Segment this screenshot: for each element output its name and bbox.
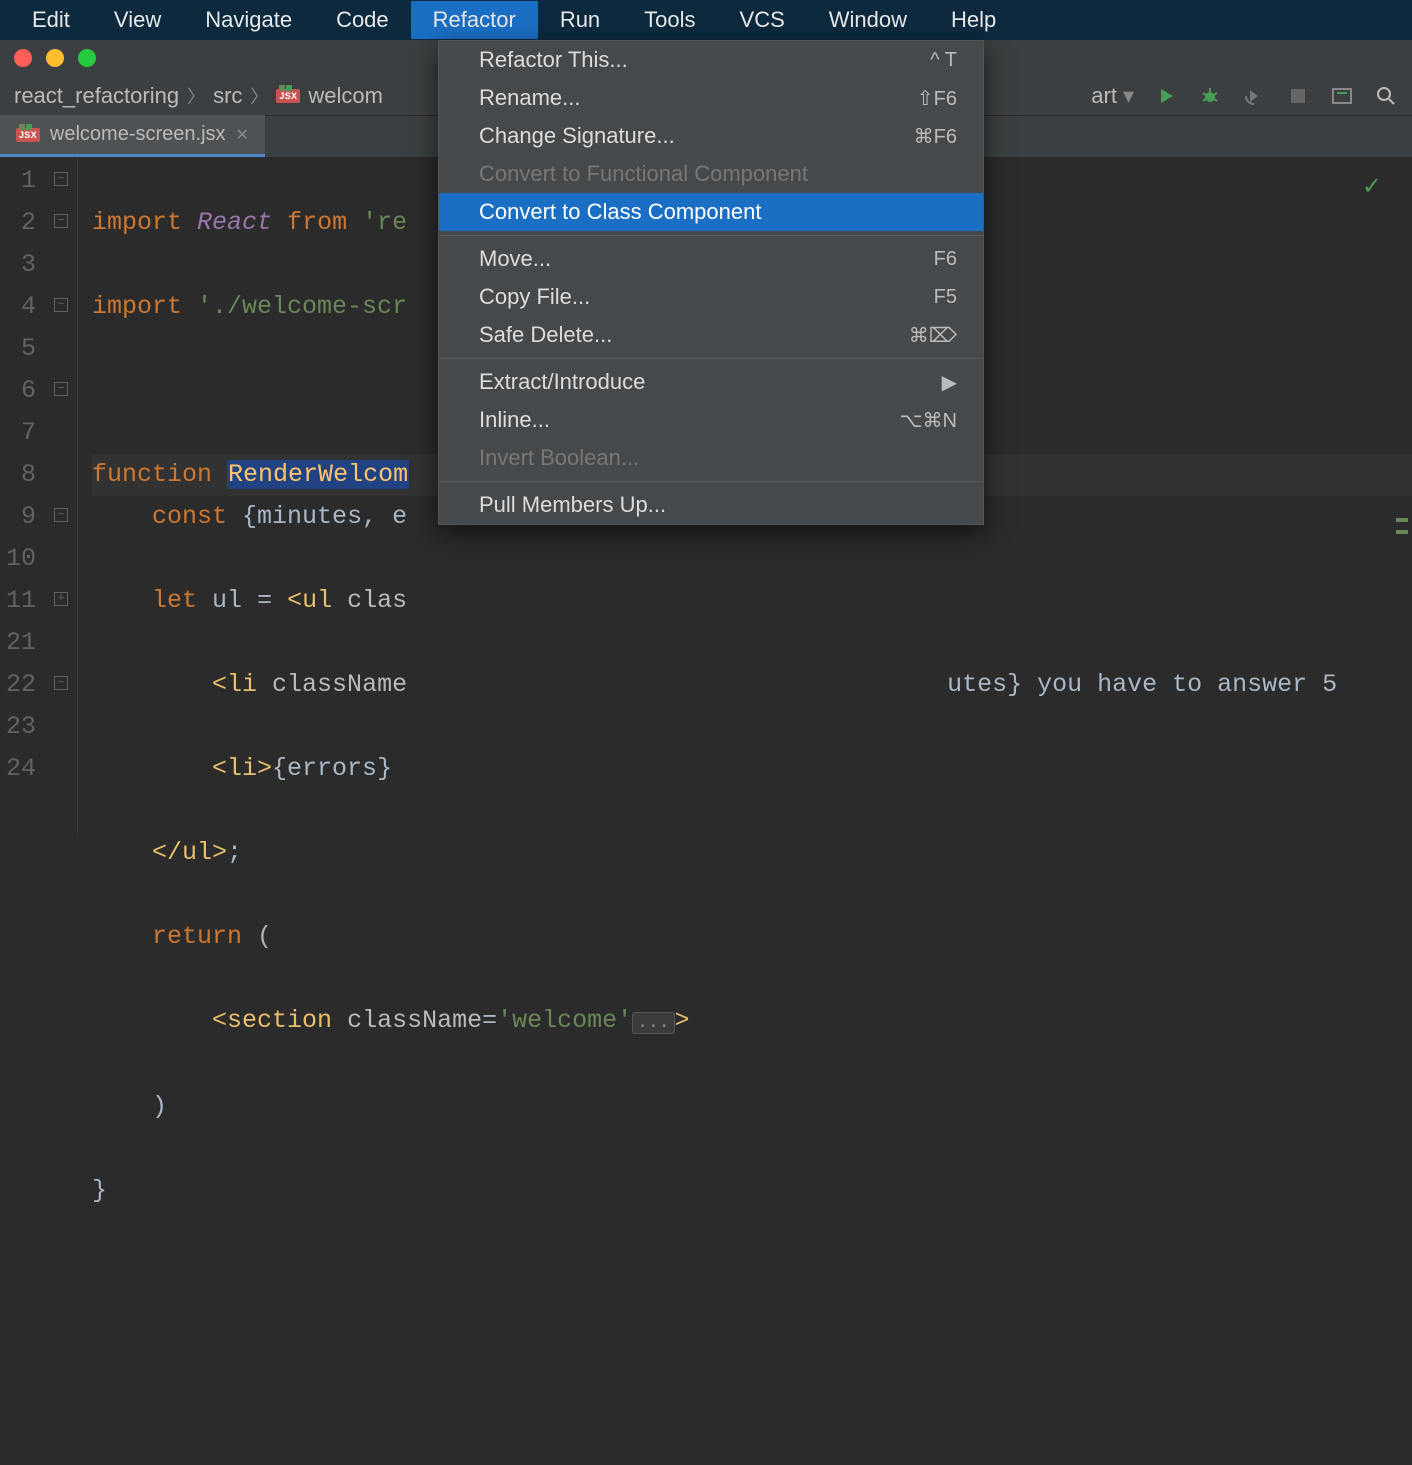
fold-marker[interactable]: − — [54, 382, 68, 396]
fold-marker[interactable]: − — [54, 214, 68, 228]
fold-marker[interactable]: − — [54, 298, 68, 312]
dropdown-icon: ▾ — [1123, 83, 1134, 109]
minimize-window-button[interactable] — [46, 49, 64, 67]
close-window-button[interactable] — [14, 49, 32, 67]
menu-tools[interactable]: Tools — [622, 1, 717, 39]
chevron-right-icon: 〉 — [250, 83, 268, 109]
menu-label: Inline... — [479, 407, 550, 433]
inspection-ok-icon[interactable]: ✓ — [1362, 168, 1382, 210]
menu-rename[interactable]: Rename... ⇧F6 — [439, 79, 983, 117]
menu-run[interactable]: Run — [538, 1, 622, 39]
menu-extract-introduce[interactable]: Extract/Introduce ▶ — [439, 363, 983, 401]
menu-inline[interactable]: Inline... ⌥⌘N — [439, 401, 983, 439]
line-number-gutter: 1 2 3 4 5 6 7 8 9 10 11 21 22 23 24 — [0, 158, 50, 834]
menu-label: Rename... — [479, 85, 581, 111]
menu-view[interactable]: View — [92, 1, 183, 39]
jsx-file-icon: JSX — [276, 89, 300, 103]
menu-label: Change Signature... — [479, 123, 675, 149]
menu-label: Convert to Class Component — [479, 199, 761, 225]
line-number: 3 — [0, 244, 36, 286]
menu-label: Pull Members Up... — [479, 492, 666, 518]
stop-button — [1286, 84, 1310, 108]
menu-label: Invert Boolean... — [479, 445, 639, 471]
menu-shortcut: ^ T — [930, 49, 957, 72]
menu-change-signature[interactable]: Change Signature... ⌘F6 — [439, 117, 983, 155]
menubar: Edit View Navigate Code Refactor Run Too… — [0, 0, 1412, 40]
menu-convert-class[interactable]: Convert to Class Component — [439, 193, 983, 231]
menu-label: Extract/Introduce — [479, 369, 645, 395]
folded-code[interactable]: ... — [632, 1012, 674, 1034]
profiler-button[interactable] — [1330, 84, 1354, 108]
menu-safe-delete[interactable]: Safe Delete... ⌘⌦ — [439, 316, 983, 354]
menu-navigate[interactable]: Navigate — [183, 1, 314, 39]
scroll-marker — [1396, 530, 1408, 534]
refactor-menu: Refactor This... ^ T Rename... ⇧F6 Chang… — [438, 40, 984, 525]
line-number: 23 — [0, 706, 36, 748]
menu-vcs[interactable]: VCS — [718, 1, 807, 39]
menu-shortcut: ⌘F6 — [914, 124, 957, 149]
menu-shortcut: ⇧F6 — [917, 86, 957, 111]
close-tab-button[interactable]: ✕ — [236, 125, 249, 145]
menu-separator — [439, 481, 983, 482]
line-number: 22 — [0, 664, 36, 706]
menu-copy-file[interactable]: Copy File... F5 — [439, 278, 983, 316]
tab-filename: welcome-screen.jsx — [50, 123, 226, 146]
fold-marker[interactable]: − — [54, 172, 68, 186]
search-button[interactable] — [1374, 84, 1398, 108]
run-button[interactable] — [1154, 84, 1178, 108]
menu-separator — [439, 235, 983, 236]
menu-label: Refactor This... — [479, 47, 628, 73]
menu-convert-functional: Convert to Functional Component — [439, 155, 983, 193]
scroll-marker — [1396, 518, 1408, 522]
maximize-window-button[interactable] — [78, 49, 96, 67]
menu-label: Safe Delete... — [479, 322, 612, 348]
line-number: 11 — [0, 580, 36, 622]
run-config-label: art — [1091, 83, 1117, 109]
fold-marker[interactable]: + — [54, 592, 68, 606]
coverage-button[interactable] — [1242, 84, 1266, 108]
menu-shortcut: ⌥⌘N — [900, 408, 958, 433]
line-number: 7 — [0, 412, 36, 454]
editor-tab[interactable]: JSX welcome-screen.jsx ✕ — [0, 115, 265, 157]
fold-marker[interactable]: − — [54, 508, 68, 522]
line-number: 8 — [0, 454, 36, 496]
menu-refactor[interactable]: Refactor — [411, 1, 538, 39]
jsx-file-icon: JSX — [16, 128, 40, 142]
menu-shortcut: F6 — [934, 248, 957, 271]
line-number: 10 — [0, 538, 36, 580]
scrollbar[interactable] — [1396, 358, 1408, 834]
menu-move[interactable]: Move... F6 — [439, 240, 983, 278]
run-config-selector[interactable]: art ▾ — [1091, 83, 1134, 109]
menu-edit[interactable]: Edit — [10, 1, 92, 39]
menu-separator — [439, 358, 983, 359]
menu-code[interactable]: Code — [314, 1, 411, 39]
breadcrumb-src[interactable]: src — [213, 83, 242, 109]
submenu-arrow-icon: ▶ — [942, 370, 957, 395]
breadcrumb-project[interactable]: react_refactoring — [14, 83, 179, 109]
menu-window[interactable]: Window — [807, 1, 929, 39]
line-number: 9 — [0, 496, 36, 538]
fold-gutter: − − − − − + − — [50, 158, 78, 834]
line-number: 4 — [0, 286, 36, 328]
toolbar-actions: art ▾ — [1091, 83, 1398, 109]
line-number: 2 — [0, 202, 36, 244]
menu-pull-members-up[interactable]: Pull Members Up... — [439, 486, 983, 524]
line-number: 5 — [0, 328, 36, 370]
menu-label: Move... — [479, 246, 551, 272]
chevron-right-icon: 〉 — [187, 83, 205, 109]
line-number: 24 — [0, 748, 36, 790]
menu-shortcut: F5 — [934, 286, 957, 309]
menu-invert-boolean: Invert Boolean... — [439, 439, 983, 477]
line-number: 6 — [0, 370, 36, 412]
line-number: 1 — [0, 160, 36, 202]
menu-refactor-this[interactable]: Refactor This... ^ T — [439, 41, 983, 79]
menu-shortcut: ⌘⌦ — [909, 323, 957, 348]
menu-label: Convert to Functional Component — [479, 161, 808, 187]
menu-label: Copy File... — [479, 284, 590, 310]
line-number: 21 — [0, 622, 36, 664]
debug-button[interactable] — [1198, 84, 1222, 108]
menu-help[interactable]: Help — [929, 1, 1018, 39]
fold-marker[interactable]: − — [54, 676, 68, 690]
breadcrumb-file[interactable]: welcom — [308, 83, 383, 109]
